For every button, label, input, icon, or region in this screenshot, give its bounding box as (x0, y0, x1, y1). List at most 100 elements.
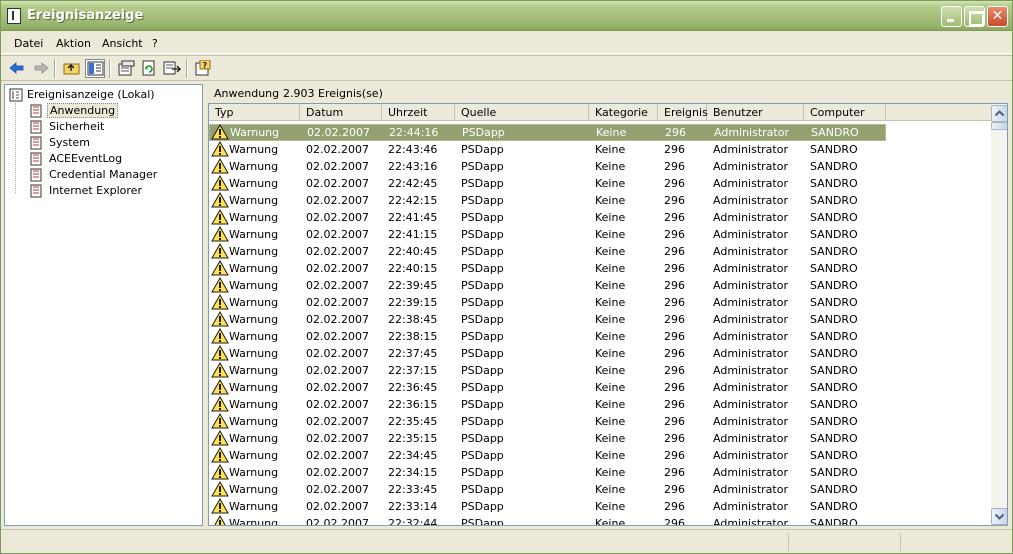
scroll-thumb[interactable] (991, 122, 1007, 130)
cell-quelle: PSDapp (461, 381, 504, 394)
table-row[interactable]: Warnung 02.02.2007 22:43:16 PSDapp Keine 296 A… (209, 158, 886, 175)
column-header-quelle[interactable]: Quelle (455, 104, 589, 121)
properties-button[interactable] (116, 59, 136, 78)
cell-datum: 02.02.2007 (306, 177, 369, 190)
minimize-button[interactable] (941, 6, 962, 27)
menu-datei[interactable]: Datei (14, 37, 43, 50)
table-row[interactable]: Warnung 02.02.2007 22:37:15 PSDapp Keine 296 A… (209, 362, 886, 379)
table-row[interactable]: Warnung 02.02.2007 22:40:15 PSDapp Keine 296 A… (209, 260, 886, 277)
table-row[interactable]: Warnung 02.02.2007 22:32:44 PSDapp Keine 296 A… (209, 515, 886, 525)
vertical-scrollbar[interactable] (991, 104, 1007, 525)
table-row[interactable]: Warnung 02.02.2007 22:44:16 PSDapp Keine 296 A… (209, 124, 886, 141)
cell-ereignis: 296 (664, 398, 685, 411)
scroll-down-button[interactable] (991, 508, 1007, 525)
show-hide-tree-button[interactable] (85, 59, 105, 78)
warning-icon (211, 464, 229, 480)
table-row[interactable]: Warnung 02.02.2007 22:34:45 PSDapp Keine 296 A… (209, 447, 886, 464)
cell-benutzer: Administrator (713, 466, 788, 479)
export-list-button[interactable] (162, 59, 182, 78)
cell-ereignis: 296 (664, 262, 685, 275)
column-header-benutzer[interactable]: Benutzer (707, 104, 804, 121)
table-row[interactable]: Warnung 02.02.2007 22:39:45 PSDapp Keine 296 A… (209, 277, 886, 294)
maximize-button[interactable] (964, 6, 985, 27)
cell-uhrzeit: 22:37:15 (388, 364, 438, 377)
column-header-kategorie[interactable]: Kategorie (589, 104, 658, 121)
table-row[interactable]: Warnung 02.02.2007 22:42:45 PSDapp Keine 296 A… (209, 175, 886, 192)
event-viewer-window: Ereignisanzeige ✕ Datei Aktion Ansicht ? (0, 0, 1013, 554)
cell-datum: 02.02.2007 (306, 466, 369, 479)
cell-kategorie: Keine (595, 500, 626, 513)
event-viewer-app-icon[interactable] (7, 8, 21, 24)
column-header-datum[interactable]: Datum (300, 104, 382, 121)
table-row[interactable]: Warnung 02.02.2007 22:35:45 PSDapp Keine 296 A… (209, 413, 886, 430)
column-header-computer[interactable]: Computer (804, 104, 886, 121)
cell-kategorie: Keine (595, 279, 626, 292)
back-button[interactable] (7, 59, 27, 78)
tree-item-label: System (49, 136, 91, 149)
menu-ansicht[interactable]: Ansicht (102, 37, 143, 50)
warning-icon (211, 379, 229, 395)
column-header-typ[interactable]: Typ (209, 104, 300, 121)
cell-typ: Warnung (229, 279, 279, 292)
cell-quelle: PSDapp (461, 211, 504, 224)
aceeventlog-log-icon (30, 152, 42, 166)
cell-quelle: PSDapp (461, 432, 504, 445)
cell-datum: 02.02.2007 (306, 211, 369, 224)
column-header-uhrzeit[interactable]: Uhrzeit (382, 104, 455, 121)
menu-aktion[interactable]: Aktion (56, 37, 91, 50)
table-row[interactable]: Warnung 02.02.2007 22:41:15 PSDapp Keine 296 A… (209, 226, 886, 243)
title-bar[interactable]: Ereignisanzeige ✕ (1, 1, 1012, 31)
table-row[interactable]: Warnung 02.02.2007 22:38:15 PSDapp Keine 296 A… (209, 328, 886, 345)
forward-button[interactable] (31, 59, 51, 78)
table-row[interactable]: Warnung 02.02.2007 22:36:15 PSDapp Keine 296 A… (209, 396, 886, 413)
cell-uhrzeit: 22:35:15 (388, 432, 438, 445)
cell-uhrzeit: 22:36:45 (388, 381, 438, 394)
column-header-ereignis[interactable]: Ereignis (658, 104, 708, 121)
table-row[interactable]: Warnung 02.02.2007 22:40:45 PSDapp Keine 296 A… (209, 243, 886, 260)
event-count: 2.903 Ereignis(se) (283, 87, 383, 100)
cell-ereignis: 296 (664, 211, 685, 224)
cell-typ: Warnung (229, 449, 279, 462)
system-log-icon (30, 136, 42, 150)
cell-benutzer: Administrator (714, 126, 789, 139)
cell-computer: SANDRO (810, 381, 858, 394)
application-log-icon (30, 104, 42, 118)
event-viewer-icon (9, 88, 23, 102)
cell-benutzer: Administrator (713, 262, 788, 275)
cell-datum: 02.02.2007 (306, 432, 369, 445)
table-row[interactable]: Warnung 02.02.2007 22:37:45 PSDapp Keine 296 A… (209, 345, 886, 362)
table-row[interactable]: Warnung 02.02.2007 22:41:45 PSDapp Keine 296 A… (209, 209, 886, 226)
cell-kategorie: Keine (595, 177, 626, 190)
up-level-button[interactable] (62, 59, 82, 78)
tree-connector-line (15, 103, 16, 193)
cell-benutzer: Administrator (713, 364, 788, 377)
table-row[interactable]: Warnung 02.02.2007 22:33:45 PSDapp Keine 296 A… (209, 481, 886, 498)
cell-uhrzeit: 22:38:15 (388, 330, 438, 343)
warning-icon (211, 498, 229, 514)
table-row[interactable]: Warnung 02.02.2007 22:43:46 PSDapp Keine 296 A… (209, 141, 886, 158)
close-button[interactable]: ✕ (987, 6, 1008, 27)
table-row[interactable]: Warnung 02.02.2007 22:42:15 PSDapp Keine 296 A… (209, 192, 886, 209)
table-row[interactable]: Warnung 02.02.2007 22:34:15 PSDapp Keine 296 A… (209, 464, 886, 481)
cell-quelle: PSDapp (461, 449, 504, 462)
chevron-down-icon (994, 513, 1005, 520)
cell-kategorie: Keine (595, 415, 626, 428)
cell-computer: SANDRO (810, 143, 858, 156)
cell-computer: SANDRO (810, 313, 858, 326)
table-row[interactable]: Warnung 02.02.2007 22:35:15 PSDapp Keine 296 A… (209, 430, 886, 447)
cell-quelle: PSDapp (461, 313, 504, 326)
cell-typ: Warnung (229, 432, 279, 445)
table-row[interactable]: Warnung 02.02.2007 22:33:14 PSDapp Keine 296 A… (209, 498, 886, 515)
cell-kategorie: Keine (595, 449, 626, 462)
table-row[interactable]: Warnung 02.02.2007 22:39:15 PSDapp Keine 296 A… (209, 294, 886, 311)
cell-typ: Warnung (229, 194, 279, 207)
refresh-button[interactable] (139, 59, 159, 78)
scroll-up-button[interactable] (991, 105, 1007, 122)
help-button[interactable]: ? (193, 59, 213, 78)
table-row[interactable]: Warnung 02.02.2007 22:36:45 PSDapp Keine 296 A… (209, 379, 886, 396)
warning-icon (211, 209, 229, 225)
cell-uhrzeit: 22:34:15 (388, 466, 438, 479)
table-row[interactable]: Warnung 02.02.2007 22:38:45 PSDapp Keine 296 A… (209, 311, 886, 328)
menu-help[interactable]: ? (152, 37, 158, 50)
cell-uhrzeit: 22:41:15 (388, 228, 438, 241)
